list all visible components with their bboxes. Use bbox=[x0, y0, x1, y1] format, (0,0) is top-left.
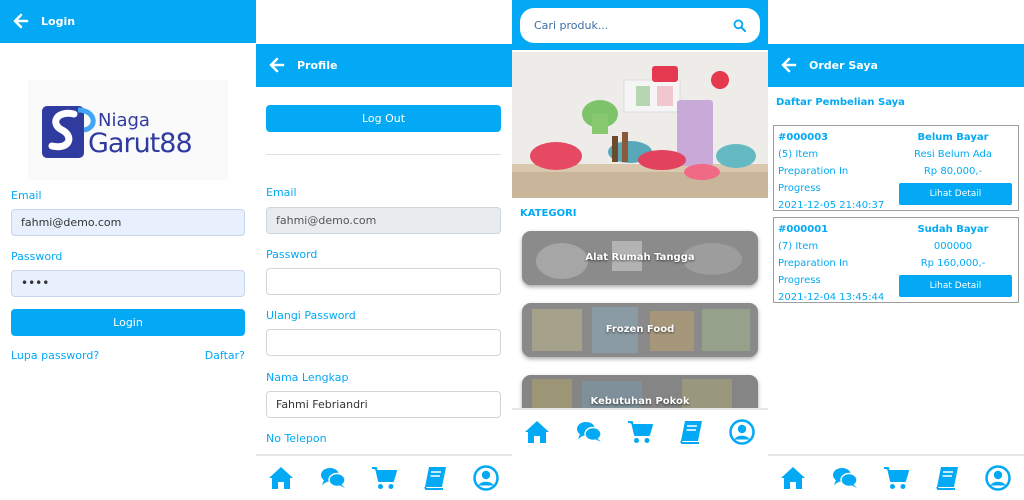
category-card[interactable]: Frozen Food bbox=[522, 303, 758, 357]
bottom-nav bbox=[768, 454, 1024, 500]
order-status: Preparation In bbox=[778, 166, 849, 177]
bottom-nav bbox=[256, 454, 512, 500]
account-icon[interactable] bbox=[473, 465, 499, 491]
email-label: Email bbox=[266, 186, 297, 199]
receipt-number: 000000 bbox=[933, 241, 973, 252]
book-icon[interactable] bbox=[678, 419, 704, 445]
view-detail-button[interactable]: Lihat Detail bbox=[899, 183, 1012, 205]
section-title: Daftar Pembelian Saya bbox=[776, 97, 905, 108]
forgot-password-link[interactable]: Lupa password? bbox=[11, 349, 99, 362]
order-id: #000001 bbox=[778, 224, 829, 235]
app-logo: Niaga Garut88 bbox=[28, 80, 228, 180]
cart-icon[interactable] bbox=[627, 419, 653, 445]
order-total: Rp 80,000,- bbox=[923, 166, 983, 177]
chat-icon[interactable] bbox=[320, 465, 346, 491]
fullname-field[interactable]: Fahmi Febriandri bbox=[266, 391, 501, 418]
profile-header: Profile bbox=[256, 44, 512, 87]
page-title: Order Saya bbox=[809, 59, 878, 72]
home-screen: Cari produk... KATEGORI Alat Rumah Tangg… bbox=[512, 0, 768, 500]
order-item-count: (5) Item bbox=[778, 149, 819, 160]
order-total: Rp 160,000,- bbox=[920, 258, 986, 269]
login-screen: Login Niaga Garut88 Email fahmi@demo.com… bbox=[0, 0, 256, 500]
receipt-number: Resi Belum Ada bbox=[913, 149, 992, 160]
order-id: #000003 bbox=[778, 132, 829, 143]
page-title: Login bbox=[41, 15, 76, 28]
book-icon[interactable] bbox=[422, 465, 448, 491]
order-date: 2021-12-04 13:45:44 bbox=[778, 292, 885, 303]
account-icon[interactable] bbox=[729, 419, 755, 445]
search-input[interactable]: Cari produk... bbox=[534, 8, 608, 43]
back-arrow-icon[interactable] bbox=[780, 55, 798, 75]
home-icon[interactable] bbox=[268, 465, 294, 491]
email-field[interactable]: fahmi@demo.com bbox=[11, 209, 245, 236]
bottom-nav bbox=[512, 408, 768, 454]
logout-button[interactable]: Log Out bbox=[266, 105, 501, 132]
divider bbox=[266, 154, 501, 155]
repeat-password-label: Ulangi Password bbox=[266, 309, 356, 322]
email-label: Email bbox=[11, 189, 42, 202]
profile-screen: Profile Log Out Email fahmi@demo.com Pas… bbox=[256, 0, 512, 500]
home-icon[interactable] bbox=[780, 465, 806, 491]
category-label: Frozen Food bbox=[605, 324, 675, 335]
fullname-label: Nama Lengkap bbox=[266, 371, 349, 384]
password-label: Password bbox=[266, 248, 318, 261]
password-field[interactable]: •••• bbox=[11, 270, 245, 297]
order-status: Preparation In bbox=[778, 258, 849, 269]
kitchenware-banner-image bbox=[512, 52, 768, 198]
search-bar[interactable]: Cari produk... bbox=[520, 8, 760, 43]
search-header: Cari produk... bbox=[512, 0, 768, 50]
promo-banner[interactable] bbox=[512, 52, 768, 198]
account-icon[interactable] bbox=[985, 465, 1011, 491]
order-date: 2021-12-05 21:40:37 bbox=[778, 200, 885, 211]
repeat-password-field[interactable] bbox=[266, 329, 501, 356]
page-title: Profile bbox=[297, 59, 338, 72]
home-icon[interactable] bbox=[524, 419, 550, 445]
chat-icon[interactable] bbox=[576, 419, 602, 445]
order-card: #000001 (7) Item Preparation In Progress… bbox=[773, 217, 1019, 303]
payment-status: Sudah Bayar bbox=[917, 224, 989, 235]
email-field: fahmi@demo.com bbox=[266, 207, 501, 234]
password-label: Password bbox=[11, 250, 63, 263]
register-link[interactable]: Daftar? bbox=[205, 349, 245, 362]
orders-screen: Order Saya Daftar Pembelian Saya #000003… bbox=[768, 0, 1024, 500]
category-card[interactable]: Alat Rumah Tangga bbox=[522, 231, 758, 285]
order-status-cont: Progress bbox=[778, 275, 821, 286]
chat-icon[interactable] bbox=[832, 465, 858, 491]
logo-text-bottom: Garut88 bbox=[88, 128, 193, 159]
orders-header: Order Saya bbox=[768, 44, 1024, 87]
order-status-cont: Progress bbox=[778, 183, 821, 194]
category-label: Alat Rumah Tangga bbox=[585, 252, 695, 263]
cart-icon[interactable] bbox=[371, 465, 397, 491]
order-card: #000003 (5) Item Preparation In Progress… bbox=[773, 125, 1019, 211]
cart-icon[interactable] bbox=[883, 465, 909, 491]
book-icon[interactable] bbox=[934, 465, 960, 491]
login-button[interactable]: Login bbox=[11, 309, 245, 336]
search-icon[interactable] bbox=[733, 19, 746, 32]
back-arrow-icon[interactable] bbox=[12, 11, 30, 31]
payment-status: Belum Bayar bbox=[917, 132, 989, 143]
password-field[interactable] bbox=[266, 268, 501, 295]
order-item-count: (7) Item bbox=[778, 241, 819, 252]
login-header: Login bbox=[0, 0, 256, 43]
category-heading: KATEGORI bbox=[520, 208, 577, 219]
view-detail-button[interactable]: Lihat Detail bbox=[899, 275, 1012, 297]
back-arrow-icon[interactable] bbox=[268, 55, 286, 75]
phone-label: No Telepon bbox=[266, 432, 327, 445]
